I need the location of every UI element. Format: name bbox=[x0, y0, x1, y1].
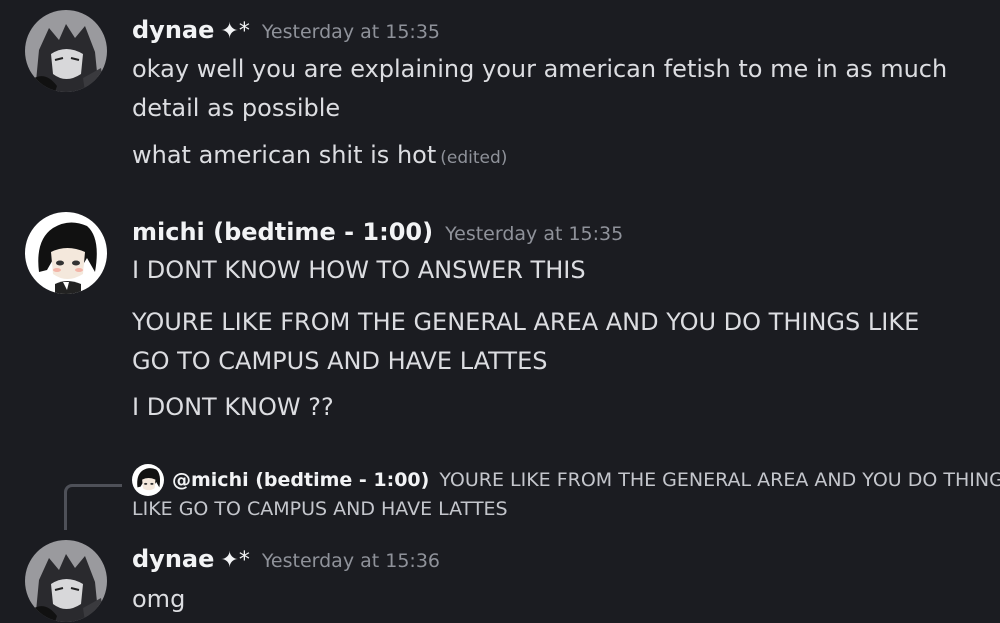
timestamp[interactable]: Yesterday at 15:35 bbox=[262, 21, 440, 43]
timestamp[interactable]: Yesterday at 15:36 bbox=[262, 550, 440, 572]
message-header: dynae ✦* Yesterday at 15:36 bbox=[132, 545, 440, 573]
message-text: what american shit is hot bbox=[132, 141, 437, 169]
username[interactable]: dynae bbox=[132, 16, 214, 44]
timestamp[interactable]: Yesterday at 15:35 bbox=[445, 223, 623, 245]
message-text: I DONT KNOW ?? bbox=[132, 393, 334, 421]
message-text: GO TO CAMPUS AND HAVE LATTES bbox=[132, 347, 548, 375]
reply-preview[interactable]: @michi (bedtime - 1:00) YOURE LIKE FROM T… bbox=[172, 466, 1000, 494]
sparkle-badge-icon: ✦* bbox=[220, 548, 250, 573]
avatar-dynae[interactable] bbox=[25, 540, 107, 622]
reply-mention[interactable]: @michi (bedtime - 1:00) bbox=[172, 469, 429, 491]
reply-avatar-michi[interactable] bbox=[132, 464, 164, 496]
username[interactable]: dynae bbox=[132, 545, 214, 573]
avatar-dynae[interactable] bbox=[25, 10, 107, 92]
message-text: detail as possible bbox=[132, 94, 341, 122]
message-text: I DONT KNOW HOW TO ANSWER THIS bbox=[132, 256, 586, 284]
message-text: omg bbox=[132, 585, 186, 613]
message-text-edited: what american shit is hot (edited) bbox=[132, 136, 507, 177]
username[interactable]: michi (bedtime - 1:00) bbox=[132, 218, 433, 246]
sparkle-badge-icon: ✦* bbox=[220, 19, 250, 44]
message-header: michi (bedtime - 1:00) Yesterday at 15:35 bbox=[132, 218, 623, 246]
message-header: dynae ✦* Yesterday at 15:35 bbox=[132, 16, 440, 44]
reply-snippet: YOURE LIKE FROM THE GENERAL AREA AND YOU… bbox=[439, 469, 1000, 491]
message-text: YOURE LIKE FROM THE GENERAL AREA AND YOU… bbox=[132, 308, 920, 336]
avatar-michi[interactable] bbox=[25, 212, 107, 294]
reply-connector bbox=[64, 484, 122, 530]
reply-snippet-continued[interactable]: LIKE GO TO CAMPUS AND HAVE LATTES bbox=[132, 495, 508, 523]
edited-label: (edited) bbox=[440, 148, 508, 168]
message-text: okay well you are explaining your americ… bbox=[132, 55, 948, 83]
